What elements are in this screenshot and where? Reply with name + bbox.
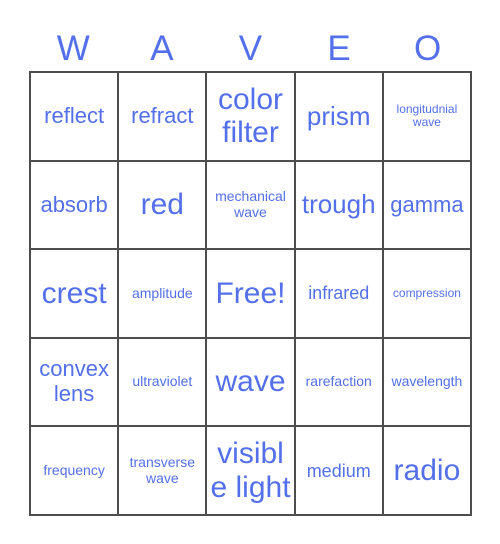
bingo-cell-r1c4[interactable]: prism	[295, 73, 384, 162]
bingo-cell-r4c5[interactable]: wavelength	[383, 338, 473, 428]
bingo-cell-label: transverse wave	[129, 454, 195, 486]
bingo-cell-label: red	[140, 188, 184, 222]
bingo-cell-label: visible light	[210, 437, 291, 504]
bingo-cell-r3c5[interactable]: compression	[383, 250, 473, 339]
bingo-cell-label: compression	[392, 285, 461, 300]
bingo-cell-r1c2[interactable]: refract	[119, 73, 208, 162]
bingo-cell-r2c4[interactable]: trough	[295, 161, 384, 251]
bingo-cell-label: radio	[393, 453, 461, 487]
bingo-cell-r2c5[interactable]: gamma	[383, 161, 473, 251]
bingo-row-3: crest amplitude Free! infrared compressi…	[31, 250, 473, 339]
bingo-cell-r2c3[interactable]: mechanical wave	[207, 161, 296, 251]
bingo-cell-label: amplitude	[131, 284, 193, 301]
bingo-cell-free-space[interactable]: Free!	[207, 250, 296, 339]
bingo-cell-label: wave	[215, 365, 286, 399]
bingo-cell-r1c3[interactable]: color filter	[207, 73, 296, 162]
bingo-cell-label: crest	[41, 276, 107, 310]
bingo-cell-r5c3[interactable]: visible light	[207, 427, 296, 516]
bingo-cell-label: wavelength	[391, 373, 463, 390]
bingo-cell-r5c2[interactable]: transverse wave	[119, 427, 208, 516]
bingo-cell-label: frequency	[43, 461, 105, 478]
bingo-row-4: convex lens ultraviolet wave rarefaction…	[31, 338, 473, 428]
bingo-cell-label: convex lens	[39, 356, 109, 407]
bingo-free-space-label: Free!	[215, 276, 286, 310]
bingo-cell-label: gamma	[390, 191, 464, 217]
bingo-cell-label: ultraviolet	[132, 373, 193, 390]
bingo-cell-r5c1[interactable]: frequency	[31, 427, 120, 516]
bingo-grid: reflect refract color filter prism longi…	[29, 71, 473, 516]
bingo-header-letter-3: V	[238, 28, 263, 68]
bingo-cell-label: infrared	[308, 283, 370, 304]
bingo-header-row: W A V E O	[29, 25, 472, 71]
bingo-cell-label: reflect	[44, 102, 105, 128]
bingo-cell-r3c4[interactable]: infrared	[295, 250, 384, 339]
bingo-cell-r5c5[interactable]: radio	[383, 427, 473, 516]
bingo-cell-label: trough	[301, 189, 376, 220]
bingo-row-1: reflect refract color filter prism longi…	[31, 73, 473, 162]
bingo-cell-r3c1[interactable]: crest	[31, 250, 120, 339]
bingo-header-letter-2: A	[150, 28, 174, 68]
bingo-cell-r2c1[interactable]: absorb	[31, 161, 120, 251]
bingo-cell-r4c4[interactable]: rarefaction	[295, 338, 384, 428]
bingo-card: W A V E O reflect refract color filter p…	[0, 0, 500, 544]
bingo-cell-label: refract	[131, 102, 194, 128]
bingo-cell-r5c4[interactable]: medium	[295, 427, 384, 516]
bingo-cell-label: rarefaction	[305, 373, 372, 390]
bingo-cell-label: mechanical wave	[215, 188, 286, 220]
bingo-cell-r1c5[interactable]: longitudnial wave	[383, 73, 473, 162]
bingo-cell-r1c1[interactable]: reflect	[31, 73, 120, 162]
bingo-cell-label: absorb	[40, 191, 108, 217]
bingo-cell-r3c2[interactable]: amplitude	[119, 250, 208, 339]
bingo-row-2: absorb red mechanical wave trough gamma	[31, 161, 473, 251]
bingo-cell-r4c3[interactable]: wave	[207, 338, 296, 428]
bingo-cell-label: medium	[306, 460, 371, 481]
bingo-cell-r4c1[interactable]: convex lens	[31, 338, 120, 428]
bingo-cell-label: prism	[306, 100, 371, 131]
bingo-cell-label: longitudnial wave	[396, 101, 458, 130]
bingo-header-letter-5: O	[414, 28, 442, 68]
bingo-cell-r4c2[interactable]: ultraviolet	[119, 338, 208, 428]
bingo-row-5: frequency transverse wave visible light …	[31, 427, 473, 516]
bingo-header-letter-4: E	[327, 28, 351, 68]
bingo-cell-r2c2[interactable]: red	[119, 161, 208, 251]
bingo-header-letter-1: W	[56, 28, 90, 68]
bingo-cell-label: color filter	[217, 82, 284, 150]
